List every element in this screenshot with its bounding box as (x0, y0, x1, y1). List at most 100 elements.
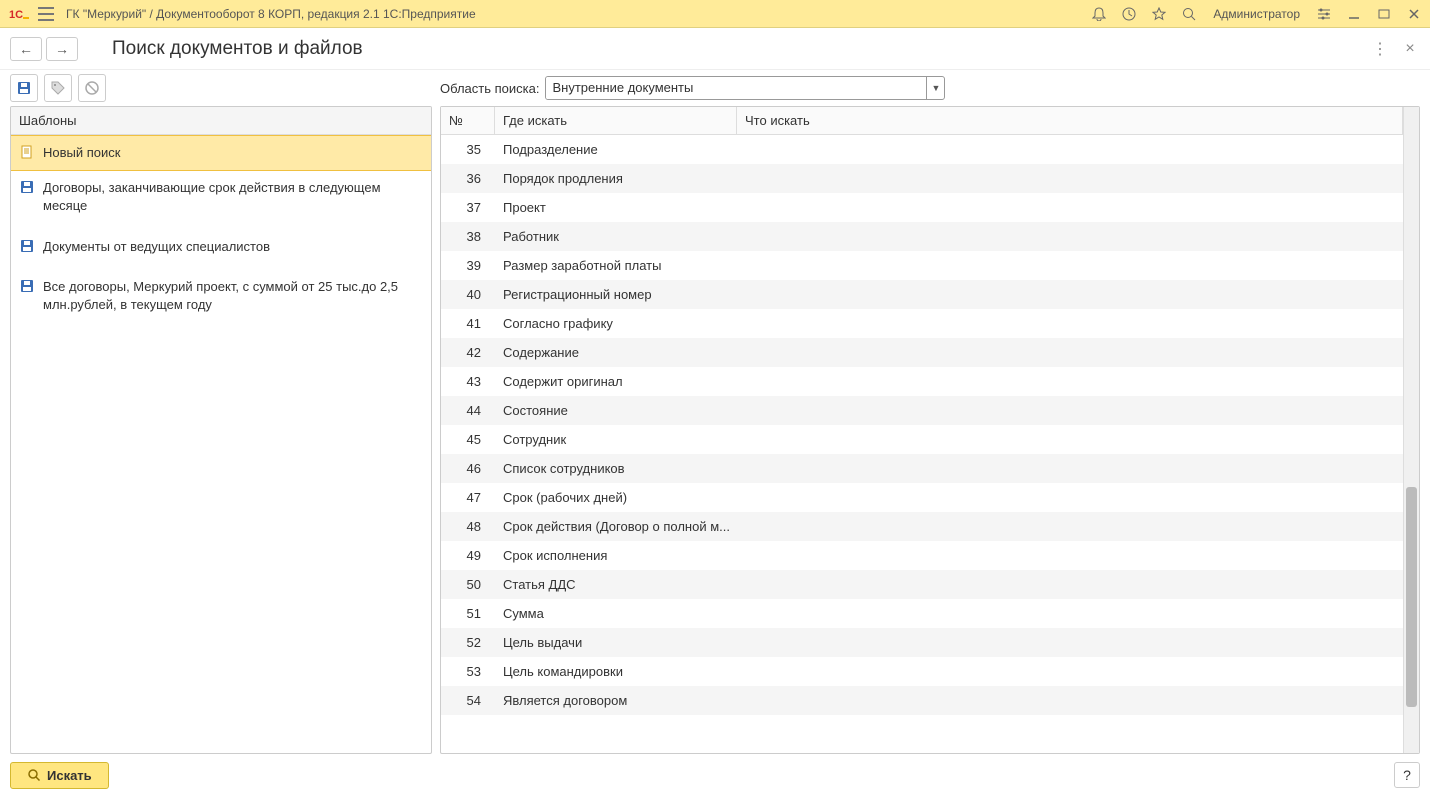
cell-num: 52 (441, 635, 495, 650)
table-row[interactable]: 38Работник (441, 222, 1403, 251)
maximize-icon[interactable] (1374, 4, 1394, 24)
help-button[interactable]: ? (1394, 762, 1420, 788)
table-row[interactable]: 36Порядок продления (441, 164, 1403, 193)
nav-back-button[interactable]: ← (10, 37, 42, 61)
cell-num: 35 (441, 142, 495, 157)
cell-where: Является договором (495, 693, 737, 708)
table-row[interactable]: 43Содержит оригинал (441, 367, 1403, 396)
table-row[interactable]: 35Подразделение (441, 135, 1403, 164)
template-item[interactable]: Документы от ведущих специалистов (11, 230, 431, 264)
cell-where: Содержание (495, 345, 737, 360)
cell-where: Цель командировки (495, 664, 737, 679)
table-row[interactable]: 52Цель выдачи (441, 628, 1403, 657)
cell-num: 42 (441, 345, 495, 360)
right-panel: Область поиска: Внутренние документы ▼ №… (440, 70, 1420, 754)
table-row[interactable]: 50Статья ДДС (441, 570, 1403, 599)
search-scope-value: Внутренние документы (546, 77, 926, 99)
chevron-down-icon[interactable]: ▼ (926, 77, 944, 99)
navbar: ← → Поиск документов и файлов ⋮ × (0, 28, 1430, 70)
cell-num: 49 (441, 548, 495, 563)
cell-num: 46 (441, 461, 495, 476)
col-where-header[interactable]: Где искать (495, 107, 737, 134)
criteria-grid: № Где искать Что искать 35Подразделение3… (440, 106, 1420, 754)
app-logo: 1C (6, 4, 34, 24)
cell-where: Срок исполнения (495, 548, 737, 563)
table-row[interactable]: 49Срок исполнения (441, 541, 1403, 570)
cell-num: 51 (441, 606, 495, 621)
cell-where: Срок действия (Договор о полной м... (495, 519, 737, 534)
search-scope-select[interactable]: Внутренние документы ▼ (545, 76, 945, 100)
cell-num: 36 (441, 171, 495, 186)
vertical-scrollbar[interactable] (1403, 107, 1419, 753)
cell-num: 50 (441, 577, 495, 592)
table-row[interactable]: 53Цель командировки (441, 657, 1403, 686)
table-row[interactable]: 40Регистрационный номер (441, 280, 1403, 309)
table-row[interactable]: 51Сумма (441, 599, 1403, 628)
template-item[interactable]: Договоры, заканчивающие срок действия в … (11, 171, 431, 223)
cell-where: Размер заработной платы (495, 258, 737, 273)
table-row[interactable]: 41Согласно графику (441, 309, 1403, 338)
nav-forward-button[interactable]: → (46, 37, 78, 61)
cell-num: 45 (441, 432, 495, 447)
cell-num: 54 (441, 693, 495, 708)
table-row[interactable]: 42Содержание (441, 338, 1403, 367)
template-label: Все договоры, Меркурий проект, с суммой … (43, 278, 423, 314)
close-tab-icon[interactable]: × (1400, 39, 1420, 59)
template-label: Договоры, заканчивающие срок действия в … (43, 179, 423, 215)
cell-num: 41 (441, 316, 495, 331)
search-button[interactable]: Искать (10, 762, 109, 789)
history-icon[interactable] (1119, 4, 1139, 24)
table-row[interactable]: 48Срок действия (Договор о полной м... (441, 512, 1403, 541)
cell-where: Подразделение (495, 142, 737, 157)
template-label: Новый поиск (43, 144, 423, 162)
table-row[interactable]: 44Состояние (441, 396, 1403, 425)
table-row[interactable]: 45Сотрудник (441, 425, 1403, 454)
template-label: Документы от ведущих специалистов (43, 238, 423, 256)
cell-num: 37 (441, 200, 495, 215)
template-item[interactable]: Новый поиск (11, 135, 431, 171)
tag-button[interactable] (44, 74, 72, 102)
cell-where: Статья ДДС (495, 577, 737, 592)
minimize-icon[interactable] (1344, 4, 1364, 24)
col-num-header[interactable]: № (441, 107, 495, 134)
footer: Искать ? (0, 754, 1430, 796)
template-item[interactable]: Все договоры, Меркурий проект, с суммой … (11, 270, 431, 322)
main-menu-icon[interactable] (34, 4, 58, 24)
cell-where: Порядок продления (495, 171, 737, 186)
save-icon (19, 278, 35, 294)
app-title: ГК "Меркурий" / Документооборот 8 КОРП, … (66, 7, 1089, 21)
favorites-icon[interactable] (1149, 4, 1169, 24)
table-row[interactable]: 54Является договором (441, 686, 1403, 715)
cell-num: 43 (441, 374, 495, 389)
col-what-header[interactable]: Что искать (737, 107, 1403, 134)
cell-num: 40 (441, 287, 495, 302)
cell-where: Содержит оригинал (495, 374, 737, 389)
cell-where: Цель выдачи (495, 635, 737, 650)
page-title: Поиск документов и файлов (112, 38, 363, 60)
table-row[interactable]: 46Список сотрудников (441, 454, 1403, 483)
search-scope-row: Область поиска: Внутренние документы ▼ (440, 70, 1420, 106)
scrollbar-thumb[interactable] (1406, 487, 1417, 707)
table-row[interactable]: 37Проект (441, 193, 1403, 222)
cell-num: 39 (441, 258, 495, 273)
table-row[interactable]: 39Размер заработной платы (441, 251, 1403, 280)
content-area: Шаблоны Новый поискДоговоры, заканчивающ… (0, 70, 1430, 754)
cell-where: Сумма (495, 606, 737, 621)
cancel-button[interactable] (78, 74, 106, 102)
notifications-icon[interactable] (1089, 4, 1109, 24)
search-icon[interactable] (1179, 4, 1199, 24)
table-row[interactable]: 47Срок (рабочих дней) (441, 483, 1403, 512)
cell-where: Срок (рабочих дней) (495, 490, 737, 505)
user-name[interactable]: Администратор (1213, 7, 1300, 21)
document-icon (19, 144, 35, 160)
titlebar: 1C ГК "Меркурий" / Документооборот 8 КОР… (0, 0, 1430, 28)
left-toolbar (10, 70, 432, 106)
save-icon (19, 238, 35, 254)
settings-icon[interactable] (1314, 4, 1334, 24)
cell-num: 44 (441, 403, 495, 418)
templates-panel: Шаблоны Новый поискДоговоры, заканчивающ… (10, 106, 432, 754)
save-button[interactable] (10, 74, 38, 102)
more-actions-icon[interactable]: ⋮ (1370, 39, 1390, 59)
cell-num: 47 (441, 490, 495, 505)
close-window-icon[interactable] (1404, 4, 1424, 24)
